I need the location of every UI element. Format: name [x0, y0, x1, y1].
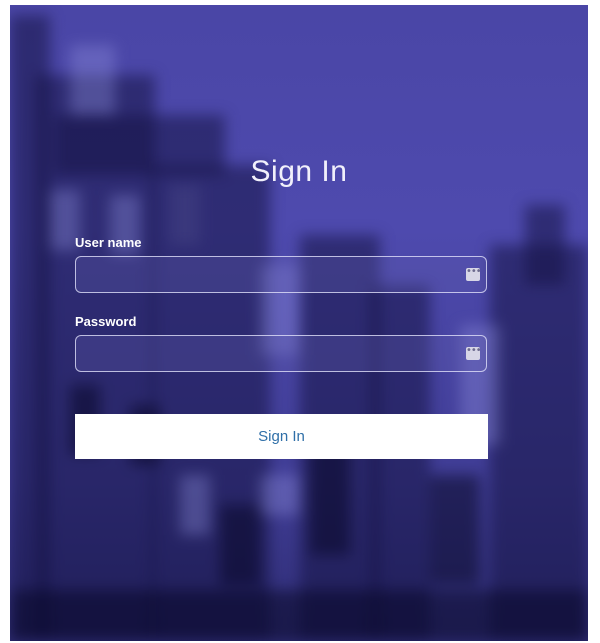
- username-field-box: •••: [75, 256, 487, 293]
- username-label: User name: [75, 235, 142, 250]
- more-dots-icon[interactable]: •••: [466, 346, 482, 360]
- login-screen: Sign In User name ••• Password ••• Sign …: [10, 5, 588, 641]
- password-field-box: •••: [75, 335, 487, 372]
- password-input[interactable]: [76, 336, 486, 371]
- password-label: Password: [75, 314, 137, 329]
- username-input[interactable]: [76, 257, 486, 292]
- sign-in-button[interactable]: Sign In: [75, 414, 488, 459]
- more-dots-icon[interactable]: •••: [466, 267, 482, 281]
- page-title: Sign In: [250, 155, 348, 188]
